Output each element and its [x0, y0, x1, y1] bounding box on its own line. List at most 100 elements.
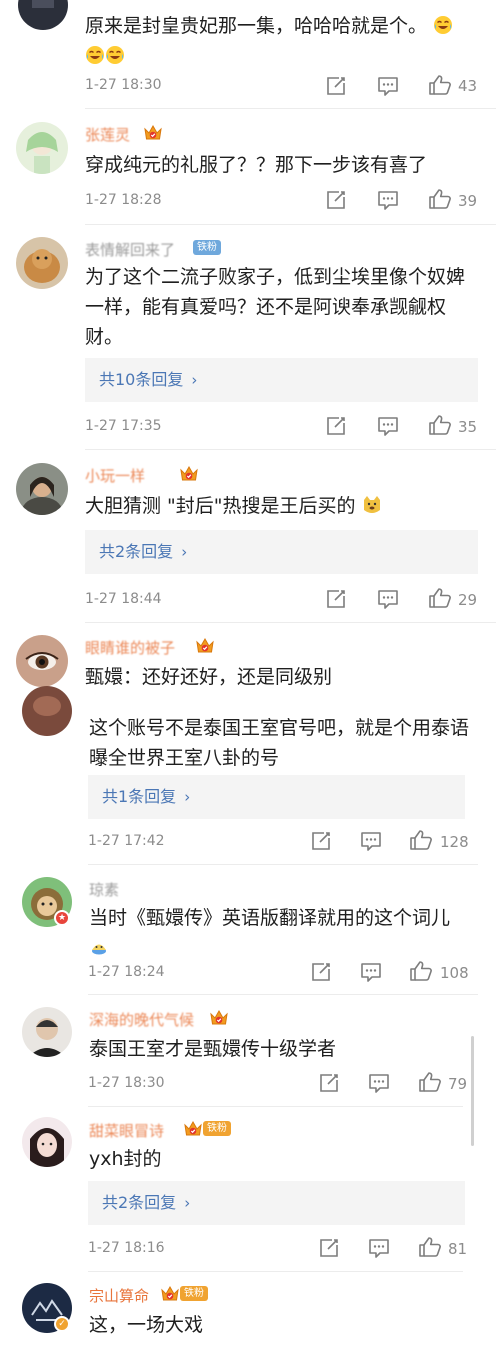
reply-box[interactable]: 共1条回复 › — [88, 775, 465, 819]
comment-text: 当时《甄嬛传》英语版翻译就用的这个词儿 — [89, 903, 477, 963]
like-icon[interactable] — [428, 188, 452, 210]
comment-text: 原来是封皇贵妃那一集，哈哈哈就是个。 — [85, 11, 485, 71]
share-icon[interactable] — [325, 75, 347, 97]
share-icon[interactable] — [318, 1237, 340, 1259]
comment-text: 这，一场大戏 — [89, 1314, 204, 1336]
comment-time: 1-27 18:30 — [85, 77, 162, 93]
divider — [85, 224, 496, 225]
comment-text: 穿成纯元的礼服了？？那下一步该有喜了 — [85, 154, 428, 176]
like-count: 128 — [440, 833, 469, 851]
scrollbar[interactable] — [471, 1036, 474, 1146]
like-icon[interactable] — [409, 960, 433, 982]
laughing-crying-emoji — [434, 16, 453, 34]
comment-icon[interactable] — [368, 1237, 390, 1259]
chevron-right-icon: › — [184, 1194, 191, 1212]
username[interactable]: 琼素 — [89, 879, 119, 900]
share-icon[interactable] — [325, 189, 347, 211]
comment-icon[interactable] — [377, 75, 399, 97]
like-count: 35 — [458, 418, 478, 436]
fan-badge: 铁粉 — [180, 1286, 208, 1301]
comment-time: 1-27 18:16 — [88, 1240, 165, 1256]
avatar[interactable] — [22, 1007, 72, 1057]
comment-icon[interactable] — [377, 189, 399, 211]
avatar[interactable] — [22, 686, 72, 736]
share-icon[interactable] — [318, 1072, 340, 1094]
reply-count-link[interactable]: 共10条回复 — [99, 370, 183, 389]
reply-count-link[interactable]: 共2条回复 — [102, 1193, 176, 1212]
reply-box[interactable]: 共10条回复 › — [85, 358, 478, 402]
comment-icon[interactable] — [377, 588, 399, 610]
comment-time: 1-27 17:42 — [88, 833, 165, 849]
share-icon[interactable] — [310, 830, 332, 852]
divider — [85, 449, 496, 450]
chevron-right-icon: › — [191, 371, 198, 389]
reply-count-link[interactable]: 共2条回复 — [99, 542, 173, 561]
comment-text: yxh封的 — [89, 1148, 162, 1170]
comment-time: 1-27 18:28 — [85, 192, 162, 208]
comment-time: 1-27 18:24 — [88, 964, 165, 980]
avatar[interactable] — [16, 635, 68, 687]
crown-badge-icon — [183, 1120, 203, 1138]
divider — [88, 864, 478, 865]
username[interactable]: 表情解回来了 — [85, 239, 175, 260]
crown-badge-icon — [143, 124, 163, 142]
divider — [88, 1271, 463, 1272]
like-count: 43 — [458, 77, 478, 95]
like-count: 39 — [458, 192, 478, 210]
divider — [85, 622, 496, 623]
reply-count-link[interactable]: 共1条回复 — [102, 787, 176, 806]
reply-box[interactable]: 共2条回复 › — [88, 1181, 465, 1225]
comment-icon[interactable] — [360, 961, 382, 983]
comment-text: 甄嬛：还好还好，还是同级别 — [85, 666, 333, 688]
comment-time: 1-27 18:44 — [85, 591, 162, 607]
comment-time: 1-27 18:30 — [88, 1075, 165, 1091]
like-count: 108 — [440, 964, 469, 982]
divider — [85, 108, 496, 109]
fan-badge: 铁粉 — [193, 240, 221, 255]
laughing-crying-emoji — [86, 46, 104, 64]
avatar[interactable] — [16, 463, 68, 515]
username[interactable]: 甜菜眼冒诗 — [89, 1120, 164, 1141]
like-icon[interactable] — [418, 1236, 442, 1258]
crown-badge-icon — [195, 637, 215, 655]
like-count: 29 — [458, 591, 478, 609]
share-icon[interactable] — [310, 961, 332, 983]
like-icon[interactable] — [428, 414, 452, 436]
crown-badge-icon — [209, 1009, 229, 1027]
username[interactable]: 宗山算命 — [89, 1285, 149, 1306]
fan-badge: 铁粉 — [203, 1121, 231, 1136]
tea-emoji — [92, 944, 106, 955]
comment-icon[interactable] — [360, 830, 382, 852]
laughing-crying-emoji — [106, 46, 124, 64]
username[interactable]: 眼睛谁的被子 — [85, 637, 175, 658]
chevron-right-icon: › — [181, 543, 188, 561]
comment-text: 为了这个二流子败家子，低到尘埃里像个奴婢一样，能有真爱吗？还不是阿谀奉承觊觎权财… — [85, 266, 466, 348]
like-count: 79 — [448, 1075, 468, 1093]
username[interactable]: 小玩一样 — [85, 465, 145, 486]
avatar[interactable] — [22, 1117, 72, 1167]
share-icon[interactable] — [325, 588, 347, 610]
divider — [88, 1106, 463, 1107]
like-count: 81 — [448, 1240, 468, 1258]
username[interactable]: 深海的晚代气候 — [89, 1009, 194, 1030]
avatar[interactable] — [18, 0, 68, 30]
avatar[interactable] — [16, 122, 68, 174]
like-icon[interactable] — [418, 1071, 442, 1093]
like-icon[interactable] — [428, 74, 452, 96]
reply-box[interactable]: 共2条回复 › — [85, 530, 478, 574]
comment-time: 1-27 17:35 — [85, 418, 162, 434]
username[interactable]: 张莲灵 — [85, 124, 130, 145]
comment-icon[interactable] — [377, 415, 399, 437]
share-icon[interactable] — [325, 415, 347, 437]
like-icon[interactable] — [428, 587, 452, 609]
like-icon[interactable] — [409, 829, 433, 851]
doge-emoji — [363, 496, 380, 513]
verified-badge-icon: ★ — [54, 910, 70, 926]
comment-icon[interactable] — [368, 1072, 390, 1094]
comment-text: 大胆猜测 "封后"热搜是王后买的 — [85, 491, 485, 521]
comment-text: 这个账号不是泰国王室官号吧，就是个用泰语曝全世界王室八卦的号 — [89, 717, 470, 769]
divider — [88, 994, 478, 995]
avatar[interactable] — [16, 237, 68, 289]
crown-badge-icon — [179, 465, 199, 483]
crown-badge-icon — [160, 1285, 180, 1303]
